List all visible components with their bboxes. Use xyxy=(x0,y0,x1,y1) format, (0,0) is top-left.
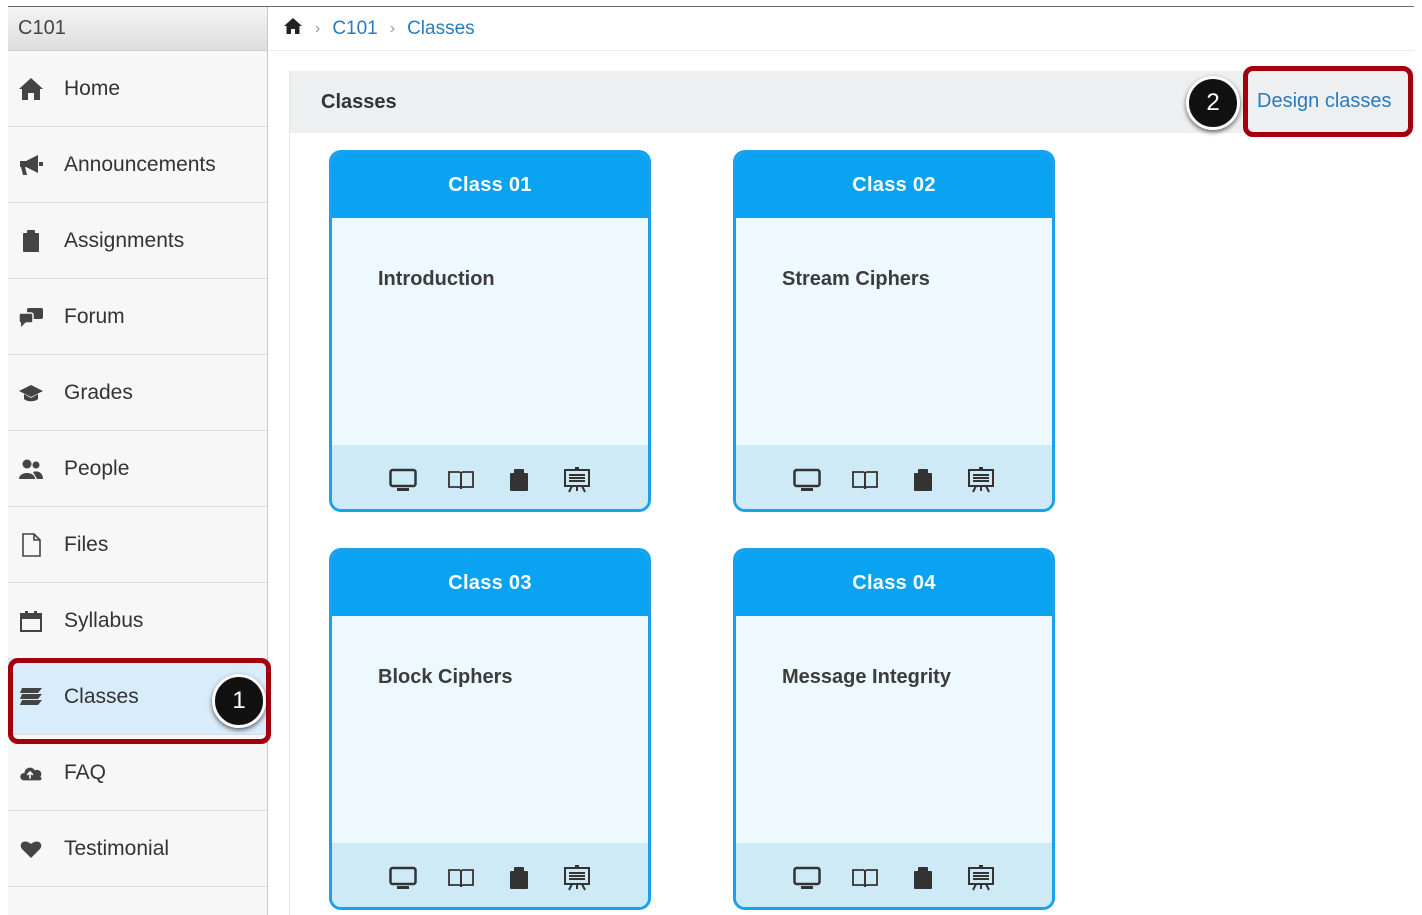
cloud-icon xyxy=(18,760,44,786)
class-card-01[interactable]: Class 01 Introduction xyxy=(329,150,651,512)
class-card-02[interactable]: Class 02 Stream Ciphers xyxy=(733,150,1055,512)
chevron-right-icon: › xyxy=(315,20,321,37)
sidebar-item-label: Announcements xyxy=(64,152,216,176)
comments-icon xyxy=(18,304,44,330)
class-card-subtitle: Introduction xyxy=(378,268,495,290)
class-card-title[interactable]: Class 02 xyxy=(736,153,1052,218)
class-card-actions xyxy=(736,445,1052,509)
users-icon xyxy=(18,456,44,482)
megaphone-icon xyxy=(18,152,44,178)
monitor-icon[interactable] xyxy=(389,865,417,891)
panel-title: Classes xyxy=(321,90,397,113)
class-card-actions xyxy=(332,445,648,509)
sidebar-item-label: Syllabus xyxy=(64,608,144,632)
graduation-cap-icon xyxy=(18,380,44,406)
class-card-04[interactable]: Class 04 Message Integrity xyxy=(733,548,1055,910)
class-card-03[interactable]: Class 03 Block Ciphers xyxy=(329,548,651,910)
class-card-title[interactable]: Class 03 xyxy=(332,551,648,616)
course-title: C101 xyxy=(8,7,267,51)
home-icon[interactable] xyxy=(283,17,303,41)
clipboard-icon[interactable] xyxy=(909,467,937,493)
class-card-title[interactable]: Class 04 xyxy=(736,551,1052,616)
clipboard-icon[interactable] xyxy=(505,865,533,891)
class-card-title[interactable]: Class 01 xyxy=(332,153,648,218)
sidebar-item-label: Assignments xyxy=(64,228,185,252)
sidebar-item-forum[interactable]: Forum xyxy=(8,279,267,355)
monitor-icon[interactable] xyxy=(793,467,821,493)
book-icon[interactable] xyxy=(447,865,475,891)
sidebar-item-label: Forum xyxy=(64,304,125,328)
sidebar-item-label: Grades xyxy=(64,380,133,404)
sidebar-item-label: People xyxy=(64,456,130,480)
sidebar-item-announcements[interactable]: Announcements xyxy=(8,127,267,203)
step-badge: 1 xyxy=(212,674,266,728)
course-sidebar: C101 Home Announcements Assignments Foru… xyxy=(8,7,268,915)
presentation-icon[interactable] xyxy=(967,467,995,493)
book-icon[interactable] xyxy=(447,467,475,493)
sidebar-item-grades[interactable]: Grades xyxy=(8,355,267,431)
design-classes-highlight xyxy=(1243,66,1413,137)
sidebar-item-label: Home xyxy=(64,76,121,100)
sidebar-item-home[interactable]: Home xyxy=(8,51,267,127)
presentation-icon[interactable] xyxy=(563,467,591,493)
sidebar-item-assignments[interactable]: Assignments xyxy=(8,203,267,279)
breadcrumb-course-link[interactable]: C101 xyxy=(332,18,377,40)
sidebar-item-people[interactable]: People xyxy=(8,431,267,507)
sidebar-item-faq[interactable]: FAQ xyxy=(8,735,267,811)
home-icon xyxy=(18,76,44,102)
heart-icon xyxy=(18,836,44,862)
presentation-icon[interactable] xyxy=(967,865,995,891)
sidebar-item-label: Testimonial xyxy=(64,836,170,860)
class-card-actions xyxy=(332,843,648,907)
sidebar-item-files[interactable]: Files xyxy=(8,507,267,583)
book-icon[interactable] xyxy=(851,865,879,891)
sidebar-item-testimonial[interactable]: Testimonial xyxy=(8,811,267,887)
clipboard-icon xyxy=(18,228,44,254)
class-card-actions xyxy=(736,843,1052,907)
sidebar-item-label: FAQ xyxy=(64,760,107,784)
calendar-icon xyxy=(18,608,44,634)
monitor-icon[interactable] xyxy=(389,467,417,493)
file-icon xyxy=(18,532,44,558)
clipboard-icon[interactable] xyxy=(909,865,937,891)
book-icon[interactable] xyxy=(851,467,879,493)
class-card-subtitle: Message Integrity xyxy=(782,666,951,688)
breadcrumb: › C101 › Classes xyxy=(283,14,475,44)
presentation-icon[interactable] xyxy=(563,865,591,891)
breadcrumb-classes-link[interactable]: Classes xyxy=(407,18,475,40)
sidebar-item-label: Files xyxy=(64,532,109,556)
class-card-subtitle: Stream Ciphers xyxy=(782,268,930,290)
class-card-subtitle: Block Ciphers xyxy=(378,666,513,688)
monitor-icon[interactable] xyxy=(793,865,821,891)
sidebar-item-syllabus[interactable]: Syllabus xyxy=(8,583,267,659)
clipboard-icon[interactable] xyxy=(505,467,533,493)
step-badge: 2 xyxy=(1186,76,1240,130)
chevron-right-icon: › xyxy=(389,20,396,37)
breadcrumb-divider xyxy=(270,50,1414,51)
